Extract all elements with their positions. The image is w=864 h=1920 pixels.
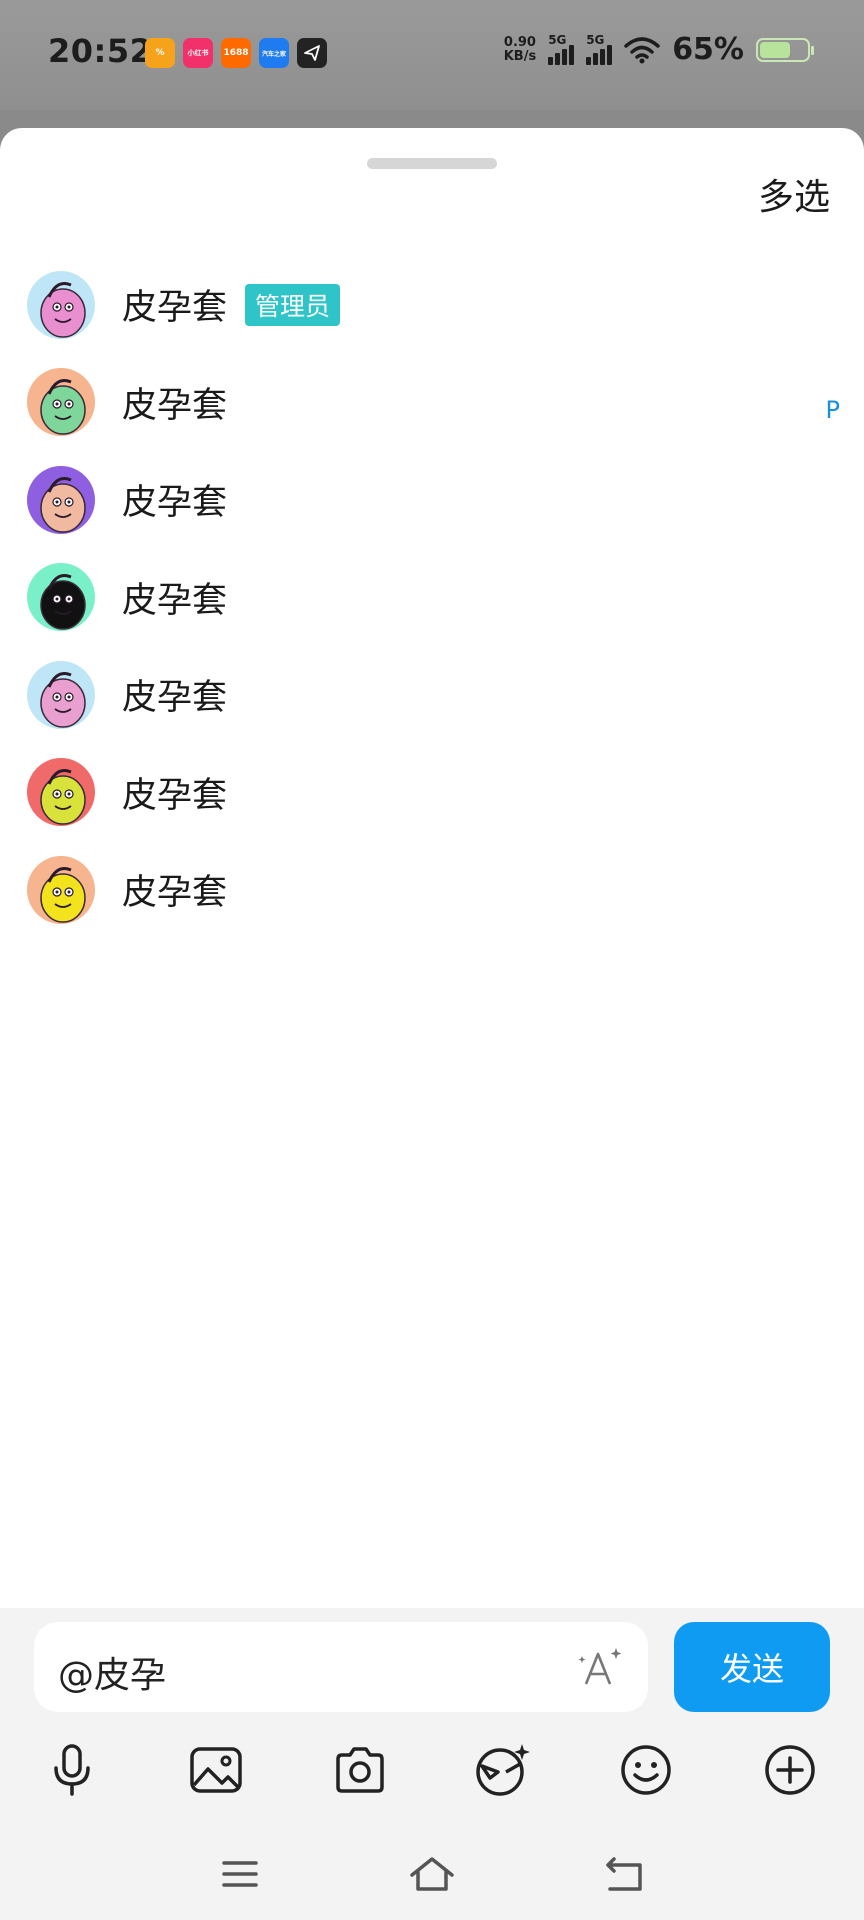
net-speed-value: 0.90 xyxy=(503,34,536,50)
avatar xyxy=(27,563,95,632)
autohome-app-icon: 汽车之家 xyxy=(259,38,289,68)
emoji-icon[interactable] xyxy=(614,1738,678,1802)
net-speed-unit: KB/s xyxy=(503,48,537,64)
battery-percent: 65% xyxy=(672,32,744,67)
chat-input-bar: @皮孕 发送 xyxy=(0,1608,864,1920)
camera-icon[interactable] xyxy=(328,1738,392,1802)
image-icon[interactable] xyxy=(184,1738,248,1802)
avatar xyxy=(27,465,95,534)
member-list: 皮孕套 管理员 皮孕套 皮孕套 皮孕套 皮孕套 皮孕套 皮孕套 xyxy=(0,256,864,939)
net-speed: 0.90 KB/s xyxy=(503,34,537,64)
member-name: 皮孕套 xyxy=(122,873,228,914)
signal-icon-sim2: 5G xyxy=(586,32,613,65)
plus-circle-icon[interactable] xyxy=(758,1738,822,1802)
microphone-icon[interactable] xyxy=(40,1738,104,1802)
member-row[interactable]: 皮孕套 xyxy=(0,451,864,549)
xiaohongshu-app-icon: 小红书 xyxy=(183,38,213,68)
avatar xyxy=(27,368,95,437)
message-input-text: @皮孕 xyxy=(58,1655,167,1696)
member-name: 皮孕套 xyxy=(122,580,228,621)
notification-app-icons: % 小红书 1688 汽车之家 xyxy=(145,38,327,68)
input-toolbar xyxy=(0,1738,864,1818)
alphabet-index-letter[interactable]: P xyxy=(826,396,840,424)
member-row[interactable]: 皮孕套 xyxy=(0,646,864,744)
avatar xyxy=(27,855,95,924)
member-name: 皮孕套 xyxy=(122,775,228,816)
member-row[interactable]: 皮孕套 xyxy=(0,354,864,452)
telegram-app-icon xyxy=(297,38,327,68)
ai-face-icon[interactable] xyxy=(470,1738,534,1802)
battery-icon xyxy=(756,37,814,62)
wifi-icon xyxy=(624,36,660,63)
member-name: 皮孕套 xyxy=(122,678,228,719)
system-nav-bar xyxy=(0,1832,864,1920)
ai-font-icon[interactable] xyxy=(576,1642,626,1692)
multi-select-button[interactable]: 多选 xyxy=(758,168,830,220)
status-time: 20:52 xyxy=(48,32,153,70)
sheet-drag-handle[interactable] xyxy=(367,158,497,169)
1688-app-icon: 1688 xyxy=(221,38,251,68)
member-name: 皮孕套 xyxy=(122,483,228,524)
admin-badge: 管理员 xyxy=(245,283,341,326)
member-row[interactable]: 皮孕套 xyxy=(0,744,864,842)
discount-app-icon: % xyxy=(145,38,175,68)
back-icon[interactable] xyxy=(594,1844,654,1904)
member-name: 皮孕套 xyxy=(122,288,228,329)
signal-icon-sim1: 5G xyxy=(548,32,575,65)
member-row[interactable]: 皮孕套 xyxy=(0,549,864,647)
member-row[interactable]: 皮孕套 xyxy=(0,841,864,939)
home-icon[interactable] xyxy=(402,1844,462,1904)
mention-member-sheet: 多选 皮孕套 管理员 皮孕套 皮孕套 皮孕套 皮孕套 皮孕套 皮孕套 P xyxy=(0,128,864,1608)
avatar xyxy=(27,660,95,729)
message-input[interactable]: @皮孕 xyxy=(34,1622,648,1712)
member-row[interactable]: 皮孕套 管理员 xyxy=(0,256,864,354)
status-bar: 20:52 % 小红书 1688 汽车之家 0.90 KB/s 5G 5G 65… xyxy=(0,0,864,110)
sim1-label: 5G xyxy=(548,32,567,47)
menu-icon[interactable] xyxy=(210,1844,270,1904)
avatar xyxy=(27,758,95,827)
member-name: 皮孕套 xyxy=(122,385,228,426)
avatar xyxy=(27,270,95,339)
sim2-label: 5G xyxy=(586,32,605,47)
send-button[interactable]: 发送 xyxy=(674,1622,830,1712)
